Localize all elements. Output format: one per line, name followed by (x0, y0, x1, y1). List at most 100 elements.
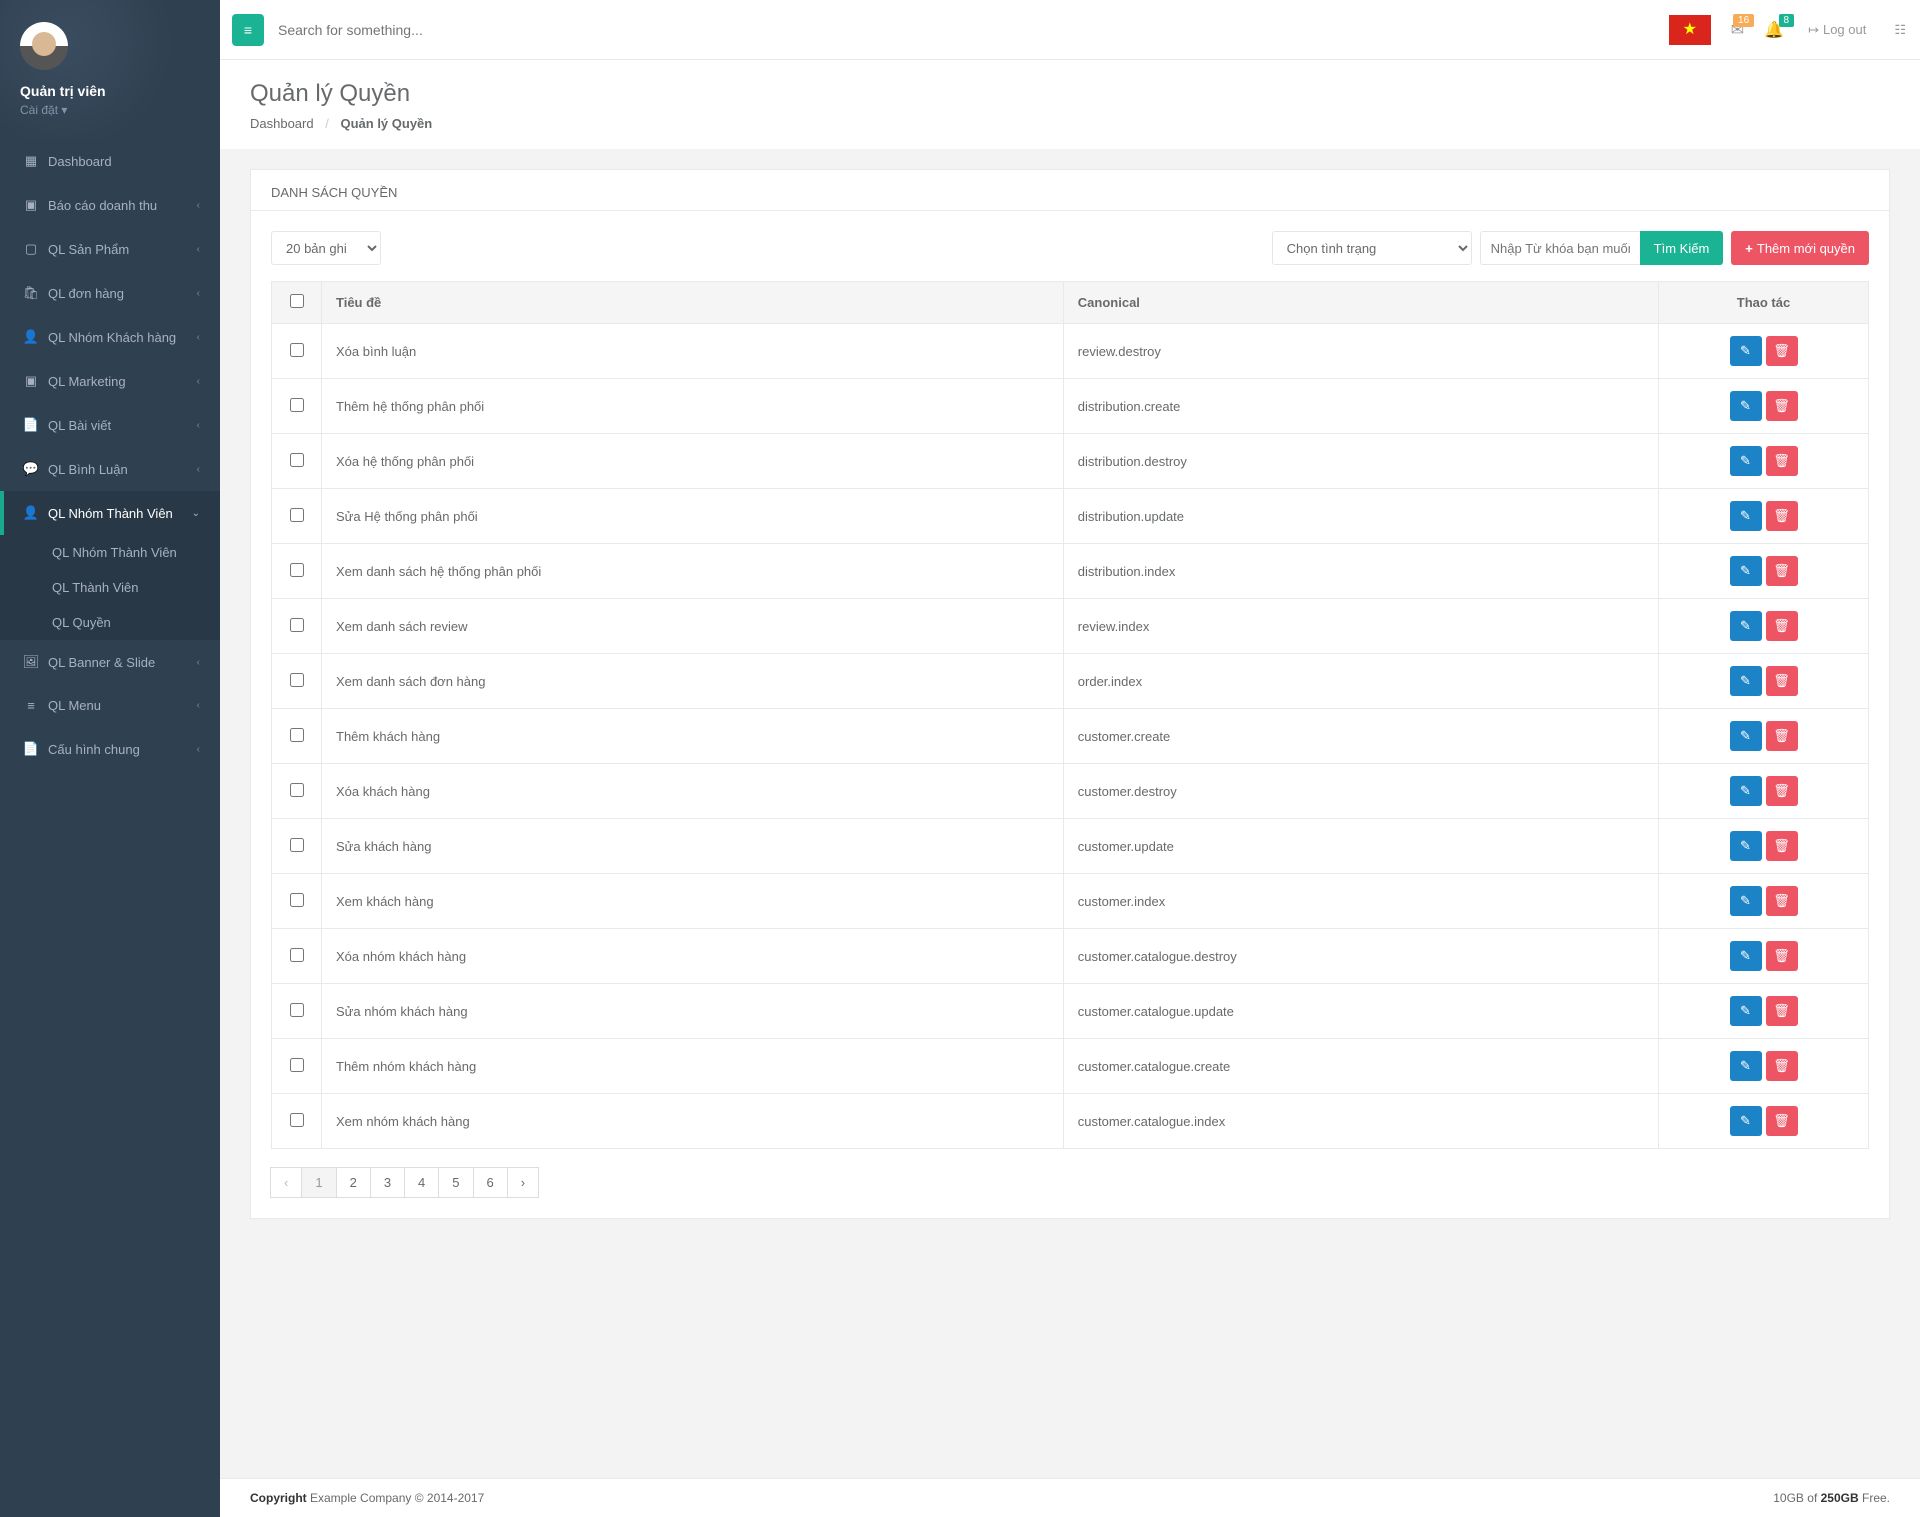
trash-icon: 🗑 (1773, 1003, 1790, 1019)
edit-button[interactable]: ✎ (1730, 611, 1762, 641)
cell-title: Xóa hệ thống phân phối (322, 434, 1064, 489)
sidebar-item[interactable]: 📄Cấu hình chung‹ (4, 727, 220, 771)
edit-button[interactable]: ✎ (1730, 446, 1762, 476)
cell-canonical: customer.catalogue.destroy (1063, 929, 1658, 984)
row-checkbox[interactable] (290, 508, 304, 522)
sidebar-item[interactable]: ▦Dashboard (4, 139, 220, 183)
th-actions: Thao tác (1659, 282, 1869, 324)
add-button[interactable]: +Thêm mới quyền (1731, 231, 1869, 265)
row-checkbox[interactable] (290, 453, 304, 467)
delete-button[interactable]: 🗑 (1766, 886, 1798, 916)
trash-icon: 🗑 (1773, 783, 1790, 799)
bell-icon[interactable]: 🔔8 (1754, 20, 1794, 40)
edit-button[interactable]: ✎ (1730, 1051, 1762, 1081)
row-checkbox[interactable] (290, 1113, 304, 1127)
delete-button[interactable]: 🗑 (1766, 996, 1798, 1026)
edit-button[interactable]: ✎ (1730, 666, 1762, 696)
delete-button[interactable]: 🗑 (1766, 941, 1798, 971)
sidebar-item[interactable]: ▣QL Marketing‹ (4, 359, 220, 403)
row-checkbox[interactable] (290, 1058, 304, 1072)
delete-button[interactable]: 🗑 (1766, 1106, 1798, 1136)
flag-vn-icon[interactable] (1669, 15, 1711, 45)
edit-button[interactable]: ✎ (1730, 831, 1762, 861)
edit-button[interactable]: ✎ (1730, 391, 1762, 421)
sidebar-subitem[interactable]: QL Thành Viên (4, 570, 220, 605)
edit-button[interactable]: ✎ (1730, 501, 1762, 531)
row-checkbox[interactable] (290, 838, 304, 852)
mail-icon[interactable]: ✉16 (1721, 20, 1754, 40)
delete-button[interactable]: 🗑 (1766, 1051, 1798, 1081)
nav-icon: ▦ (22, 153, 40, 169)
sidebar-item[interactable]: 📄QL Bài viết‹ (4, 403, 220, 447)
sidebar-item[interactable]: 💬QL Bình Luận‹ (4, 447, 220, 491)
sidebar-item[interactable]: ▢QL Sản Phẩm‹ (4, 227, 220, 271)
perpage-select[interactable]: 20 bản ghi (271, 231, 381, 265)
row-checkbox[interactable] (290, 1003, 304, 1017)
edit-button[interactable]: ✎ (1730, 1106, 1762, 1136)
checkbox-all[interactable] (290, 294, 304, 308)
search-input[interactable] (264, 12, 1669, 48)
sidebar-item[interactable]: 🛍QL đơn hàng‹ (4, 271, 220, 315)
keyword-input[interactable] (1480, 231, 1640, 265)
delete-button[interactable]: 🗑 (1766, 721, 1798, 751)
logout-link[interactable]: ↦Log out (1794, 22, 1880, 38)
edit-button[interactable]: ✎ (1730, 336, 1762, 366)
sidebar-subitem[interactable]: QL Nhóm Thành Viên (4, 535, 220, 570)
cell-canonical: distribution.destroy (1063, 434, 1658, 489)
delete-button[interactable]: 🗑 (1766, 666, 1798, 696)
trash-icon: 🗑 (1773, 343, 1790, 359)
sidebar-item[interactable]: 👤QL Nhóm Khách hàng‹ (4, 315, 220, 359)
sidebar-item[interactable]: ≡QL Menu‹ (4, 684, 220, 727)
row-checkbox[interactable] (290, 728, 304, 742)
sidebar-subitem[interactable]: QL Quyền (4, 605, 220, 640)
cell-title: Sửa khách hàng (322, 819, 1064, 874)
row-checkbox[interactable] (290, 783, 304, 797)
row-checkbox[interactable] (290, 948, 304, 962)
edit-button[interactable]: ✎ (1730, 941, 1762, 971)
delete-button[interactable]: 🗑 (1766, 501, 1798, 531)
user-settings-link[interactable]: Cài đặt ▾ (20, 103, 200, 117)
edit-button[interactable]: ✎ (1730, 996, 1762, 1026)
row-checkbox[interactable] (290, 563, 304, 577)
edit-button[interactable]: ✎ (1730, 556, 1762, 586)
row-checkbox[interactable] (290, 343, 304, 357)
trash-icon: 🗑 (1773, 618, 1790, 634)
nav-icon: 💬 (22, 461, 40, 477)
pencil-icon: ✎ (1740, 508, 1751, 524)
status-select[interactable]: Chọn tình trạng (1272, 231, 1472, 265)
delete-button[interactable]: 🗑 (1766, 831, 1798, 861)
options-icon[interactable]: ☷ (1880, 22, 1920, 38)
delete-button[interactable]: 🗑 (1766, 611, 1798, 641)
breadcrumb-home[interactable]: Dashboard (250, 116, 314, 131)
page-prev[interactable]: ‹ (271, 1168, 301, 1197)
edit-button[interactable]: ✎ (1730, 886, 1762, 916)
page-next[interactable]: › (508, 1168, 538, 1197)
page-link[interactable]: 3 (371, 1168, 404, 1197)
sidebar-item[interactable]: 🖼QL Banner & Slide‹ (4, 640, 220, 684)
delete-button[interactable]: 🗑 (1766, 336, 1798, 366)
delete-button[interactable]: 🗑 (1766, 776, 1798, 806)
row-checkbox[interactable] (290, 893, 304, 907)
menu-toggle-button[interactable]: ≡ (232, 14, 264, 46)
cell-canonical: review.destroy (1063, 324, 1658, 379)
row-checkbox[interactable] (290, 618, 304, 632)
row-checkbox[interactable] (290, 673, 304, 687)
chevron-left-icon: ‹ (197, 420, 200, 431)
page-link[interactable]: 6 (474, 1168, 507, 1197)
cell-title: Thêm nhóm khách hàng (322, 1039, 1064, 1094)
page-link[interactable]: 1 (302, 1168, 335, 1197)
page-link[interactable]: 5 (439, 1168, 472, 1197)
delete-button[interactable]: 🗑 (1766, 556, 1798, 586)
sidebar-item[interactable]: ▣Báo cáo doanh thu‹ (4, 183, 220, 227)
edit-button[interactable]: ✎ (1730, 776, 1762, 806)
page-link[interactable]: 2 (337, 1168, 370, 1197)
search-button[interactable]: Tìm Kiếm (1640, 231, 1724, 265)
cell-title: Xem nhóm khách hàng (322, 1094, 1064, 1149)
edit-button[interactable]: ✎ (1730, 721, 1762, 751)
pencil-icon: ✎ (1740, 893, 1751, 909)
delete-button[interactable]: 🗑 (1766, 446, 1798, 476)
page-link[interactable]: 4 (405, 1168, 438, 1197)
sidebar-item[interactable]: 👤QL Nhóm Thành Viên⌄ (4, 491, 220, 535)
row-checkbox[interactable] (290, 398, 304, 412)
delete-button[interactable]: 🗑 (1766, 391, 1798, 421)
